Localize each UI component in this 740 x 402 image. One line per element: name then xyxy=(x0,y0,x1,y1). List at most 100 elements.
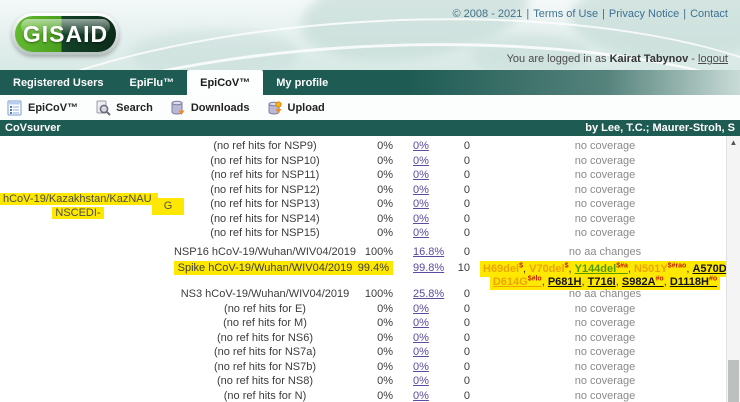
identity-percent-text: 99.4% xyxy=(354,261,393,275)
table-row: Spike hCoV-19/Wuhan/WIV04/2019 99.4% 99.… xyxy=(0,260,726,287)
nav-tab-label: My profile xyxy=(276,77,328,89)
mutation-count: 0 xyxy=(440,226,470,241)
protein-name-text: (no ref hits for NS7a) xyxy=(214,346,316,358)
protein-name-text: (no ref hits for NS6) xyxy=(217,332,313,344)
mutation-count: 0 xyxy=(440,139,470,154)
identity-percent: 100% xyxy=(340,245,393,260)
coverage-note: H69del$, V70del$, Y144del$#a, N501Y$#rao… xyxy=(480,261,730,287)
mutation-count: 0 xyxy=(440,154,470,169)
logout-link[interactable]: logout xyxy=(698,53,728,65)
link-separator: | xyxy=(598,8,609,20)
coverage-note: no coverage xyxy=(480,360,730,375)
identity-percent: 0% xyxy=(340,360,393,375)
tab-my-profile[interactable]: My profile xyxy=(263,70,341,95)
gisaid-logo-text: GISAID xyxy=(23,21,108,48)
toolbar-item-label: Search xyxy=(116,102,153,114)
identity-percent-text: 100% xyxy=(365,246,393,258)
identity-percent-text: 0% xyxy=(377,213,393,225)
query-clade-text: G xyxy=(164,200,173,212)
mutation-count: 0 xyxy=(440,168,470,183)
vertical-scrollbar[interactable]: ▲ xyxy=(726,136,740,402)
identity-percent: 99.4% xyxy=(340,260,393,287)
coverage-note: no aa changes xyxy=(480,287,730,302)
mutation-count: 0 xyxy=(440,389,470,402)
protein-name-text: (no ref hits for NS8) xyxy=(217,375,313,387)
protein-name-text: (no ref hits for NSP14) xyxy=(210,213,319,225)
identity-percent: 0% xyxy=(340,183,393,198)
coverage-note: no coverage xyxy=(480,374,730,389)
protein-name-text: (no ref hits for N) xyxy=(224,390,307,402)
protein-name-text: (no ref hits for NS7b) xyxy=(214,361,316,373)
identity-percent-text: 0% xyxy=(377,155,393,167)
identity-percent: 0% xyxy=(340,316,393,331)
mutation-count: 0 xyxy=(440,302,470,317)
coverage-note: no coverage xyxy=(480,226,730,241)
protein-name-text: (no ref hits for NSP12) xyxy=(210,184,319,196)
identity-percent: 0% xyxy=(340,139,393,154)
identity-percent: 0% xyxy=(340,168,393,183)
toolbar: EpiCoV™ Search Downloads Upload xyxy=(0,95,740,120)
credit-text: by Lee, T.C.; Maurer-Stroh, S xyxy=(585,120,735,136)
tab-epiflu[interactable]: EpiFlu™ xyxy=(117,70,188,95)
identity-percent-text: 0% xyxy=(377,317,393,329)
mutation-count: 10 xyxy=(440,260,470,287)
tab-epicov[interactable]: EpiCoV™ xyxy=(187,70,263,95)
header-links: © 2008 - 2021|Terms of Use|Privacy Notic… xyxy=(453,8,728,20)
toolbar-item-search[interactable]: Search xyxy=(95,100,153,116)
identity-percent-text: 0% xyxy=(377,227,393,239)
covsurver-titlebar: CoVsurver by Lee, T.C.; Maurer-Stroh, S xyxy=(0,120,740,136)
mutation-count: 0 xyxy=(440,360,470,375)
header-link-contact[interactable]: Contact xyxy=(690,8,728,20)
gisaid-covsurver-window: GISAID © 2008 - 2021|Terms of Use|Privac… xyxy=(0,0,740,402)
mutation-count: 0 xyxy=(440,287,470,302)
toolbar-item-downloads[interactable]: Downloads xyxy=(170,100,250,116)
header-link-terms-of-use[interactable]: Terms of Use xyxy=(533,8,598,20)
identity-percent-text: 0% xyxy=(377,375,393,387)
protein-name-text: (no ref hits for E) xyxy=(224,303,306,315)
mutation-count: 0 xyxy=(440,197,470,212)
scroll-up-arrow-icon[interactable]: ▲ xyxy=(727,136,740,150)
protein-name-text: NS3 hCoV-19/Wuhan/WIV04/2019 xyxy=(181,288,350,300)
protein-name-text: (no ref hits for NSP11) xyxy=(211,169,320,181)
table-row: (no ref hits for NSP10) 0% 0% 0 no cover… xyxy=(0,154,726,169)
gisaid-logo[interactable]: GISAID xyxy=(12,13,119,55)
identity-percent-text: 0% xyxy=(377,346,393,358)
table-row: (no ref hits for NS6) 0% 0% 0 no coverag… xyxy=(0,331,726,346)
tab-registered-users[interactable]: Registered Users xyxy=(0,70,117,95)
site-header: GISAID © 2008 - 2021|Terms of Use|Privac… xyxy=(0,0,740,70)
mutation-count: 0 xyxy=(440,331,470,346)
nav-tab-label: EpiCoV™ xyxy=(200,77,250,89)
identity-percent: 100% xyxy=(340,287,393,302)
protein-name-text: NSP16 hCoV-19/Wuhan/WIV04/2019 xyxy=(174,246,356,258)
protein-name-text: (no ref hits for M) xyxy=(223,317,307,329)
identity-percent: 0% xyxy=(340,389,393,402)
identity-percent: 0% xyxy=(340,226,393,241)
identity-percent: 0% xyxy=(340,331,393,346)
link-separator: | xyxy=(679,8,690,20)
toolbar-item-label: EpiCoV™ xyxy=(28,102,78,114)
nav-tab-label: EpiFlu™ xyxy=(130,77,175,89)
coverage-note: no coverage xyxy=(480,139,730,154)
toolbar-item-upload[interactable]: Upload xyxy=(267,100,325,116)
identity-percent-text: 100% xyxy=(365,288,393,300)
scrollbar-thumb[interactable] xyxy=(728,360,739,402)
mutation-count: 0 xyxy=(440,345,470,360)
gisaid-logo-capsule: GISAID xyxy=(15,16,116,52)
table-row: (no ref hits for NS7a) 0% 0% 0 no covera… xyxy=(0,345,726,360)
protein-name-text: (no ref hits for NSP13) xyxy=(210,198,319,210)
mutation-count: 0 xyxy=(440,183,470,198)
coverage-note: no coverage xyxy=(480,302,730,317)
table-row: (no ref hits for NSP11) 0% 0% 0 no cover… xyxy=(0,168,726,183)
query-clade-label: G xyxy=(152,198,184,215)
table-row: (no ref hits for NSP15) 0% 0% 0 no cover… xyxy=(0,226,726,241)
coverage-note: no coverage xyxy=(480,183,730,198)
page-title: CoVsurver xyxy=(5,120,61,136)
toolbar-item-label: Downloads xyxy=(191,102,250,114)
identity-percent: 0% xyxy=(340,197,393,212)
toolbar-item-epicov[interactable]: EpiCoV™ xyxy=(7,100,78,116)
query-label-line2: NSCEDI- xyxy=(52,207,103,219)
header-link-privacy-notice[interactable]: Privacy Notice xyxy=(609,8,679,20)
coverage-note: no coverage xyxy=(480,197,730,212)
mutation-count: 0 xyxy=(440,316,470,331)
protein-name-text: (no ref hits for NSP10) xyxy=(210,155,319,167)
